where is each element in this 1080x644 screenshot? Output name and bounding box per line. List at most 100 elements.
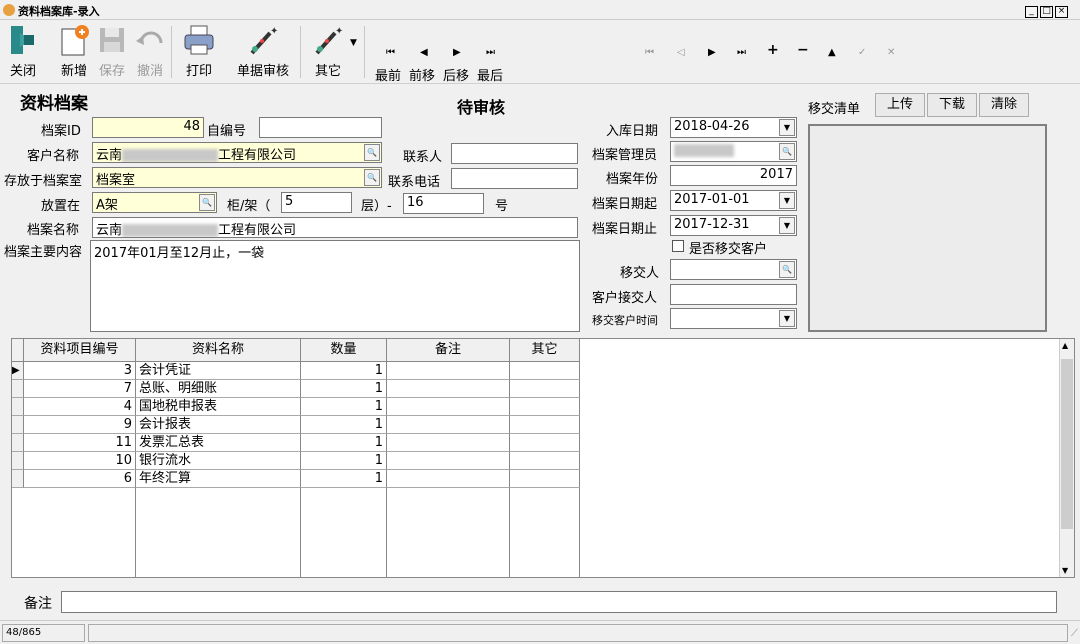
first-record-icon[interactable]: ⏮ [386,47,395,58]
download-button[interactable]: 下载 [927,93,977,117]
lookup-icon[interactable]: 🔍 [364,169,380,186]
cell-other[interactable] [510,380,580,398]
navigator-last-icon[interactable]: ⏭ [737,47,746,58]
navigator-delete-icon[interactable]: − [797,42,809,58]
cell-name[interactable]: 总账、明细账 [136,380,301,398]
transferor-field[interactable]: 🔍 [670,259,797,280]
cell-id[interactable]: 11 [24,434,136,452]
maximize-button[interactable]: □ [1040,6,1053,18]
cell-id[interactable]: 6 [24,470,136,488]
dropdown-arrow-icon[interactable]: ▼ [779,310,795,327]
in-date-field[interactable]: 2018-04-26 ▼ [670,117,797,138]
prev-record-button[interactable]: 前移 [409,65,435,84]
cell-other[interactable] [510,416,580,434]
cell-qty[interactable]: 1 [301,470,387,488]
column-header-id[interactable]: 资料项目编号 [24,339,136,362]
next-record-icon[interactable]: ▶ [453,47,461,58]
row-indicator[interactable] [12,398,24,416]
transfer-time-field[interactable]: ▼ [670,308,797,329]
transfer-list-image[interactable] [808,124,1047,332]
cabinet-field[interactable]: 5 [281,192,352,213]
cell-remark[interactable] [387,434,510,452]
cell-id[interactable]: 10 [24,452,136,470]
cell-id[interactable]: 7 [24,380,136,398]
cell-remark[interactable] [387,398,510,416]
lookup-icon[interactable]: 🔍 [199,194,215,211]
remark-field[interactable] [61,591,1057,613]
dropdown-arrow-icon[interactable]: ▼ [779,119,795,136]
navigator-post-icon[interactable]: ✓ [858,47,866,58]
close-button[interactable]: 关闭 [6,23,40,79]
save-button[interactable]: 保存 [95,23,129,79]
other-dropdown-arrow-icon[interactable]: ▼ [350,38,357,48]
cell-qty[interactable]: 1 [301,434,387,452]
last-record-button[interactable]: 最后 [477,65,503,84]
lookup-icon[interactable]: 🔍 [779,143,795,160]
year-field[interactable]: 2017 [670,165,797,186]
cell-qty[interactable]: 1 [301,380,387,398]
cell-qty[interactable]: 1 [301,452,387,470]
cell-name[interactable]: 年终汇算 [136,470,301,488]
cell-other[interactable] [510,398,580,416]
contact-field[interactable] [451,143,578,164]
cell-id[interactable]: 9 [24,416,136,434]
end-date-field[interactable]: 2017-12-31 ▼ [670,215,797,236]
layer-field[interactable]: 16 [403,193,484,214]
cell-name[interactable]: 银行流水 [136,452,301,470]
undo-button[interactable]: 撤消 [133,23,167,79]
cell-other[interactable] [510,434,580,452]
archive-name-field[interactable]: 云南 工程有限公司 [92,217,578,238]
scroll-up-icon[interactable]: ▲ [1062,341,1068,350]
room-field[interactable]: 档案室 🔍 [92,167,382,188]
column-header-remark[interactable]: 备注 [387,339,510,362]
cell-qty[interactable]: 1 [301,362,387,380]
audit-button[interactable]: ✦ 单据审核 [232,23,294,79]
cell-other[interactable] [510,470,580,488]
items-grid[interactable]: 资料项目编号 资料名称 数量 备注 其它 ▶ 3 会计凭证 1 7 总账、明细账 1 4 国地税… [11,338,1075,578]
cell-remark[interactable] [387,416,510,434]
self-no-field[interactable] [259,117,382,138]
lookup-icon[interactable]: 🔍 [779,261,795,278]
navigator-next-icon[interactable]: ▶ [708,47,716,58]
current-row-indicator-icon[interactable]: ▶ [12,362,24,380]
navigator-first-icon[interactable]: ⏮ [645,47,654,58]
navigator-edit-icon[interactable]: ▲ [828,47,836,58]
close-window-button[interactable]: × [1055,6,1068,18]
row-indicator[interactable] [12,470,24,488]
cell-name[interactable]: 国地税申报表 [136,398,301,416]
cell-id[interactable]: 4 [24,398,136,416]
cell-id[interactable]: 3 [24,362,136,380]
row-indicator[interactable] [12,452,24,470]
scroll-thumb[interactable] [1061,359,1073,529]
dropdown-arrow-icon[interactable]: ▼ [779,192,795,209]
row-indicator[interactable] [12,434,24,452]
last-record-icon[interactable]: ⏭ [486,47,495,58]
other-button[interactable]: ✦ 其它 [310,23,346,79]
navigator-prev-icon[interactable]: ◁ [677,47,685,58]
next-record-button[interactable]: 后移 [443,65,469,84]
cell-name[interactable]: 发票汇总表 [136,434,301,452]
grid-scrollbar[interactable]: ▲ ▼ [1059,339,1074,577]
archive-id-field[interactable]: 48 [92,117,204,138]
admin-field[interactable]: 🔍 [670,141,797,162]
cell-name[interactable]: 会计凭证 [136,362,301,380]
dropdown-arrow-icon[interactable]: ▼ [779,217,795,234]
print-button[interactable]: 打印 [181,23,217,79]
start-date-field[interactable]: 2017-01-01 ▼ [670,190,797,211]
resize-grip-icon[interactable]: ⟋ [1071,628,1078,639]
customer-field[interactable]: 云南 工程有限公司 🔍 [92,142,382,163]
phone-field[interactable] [451,168,578,189]
column-header-name[interactable]: 资料名称 [136,339,301,362]
cell-other[interactable] [510,452,580,470]
cell-remark[interactable] [387,452,510,470]
lookup-icon[interactable]: 🔍 [364,144,380,161]
column-header-other[interactable]: 其它 [510,339,580,362]
row-indicator[interactable] [12,380,24,398]
transfer-checkbox[interactable] [672,240,684,252]
minimize-button[interactable]: _ [1025,6,1038,18]
scroll-down-icon[interactable]: ▼ [1062,566,1068,575]
new-button[interactable]: 新增 [56,23,92,79]
cell-qty[interactable]: 1 [301,398,387,416]
cell-remark[interactable] [387,470,510,488]
navigator-cancel-icon[interactable]: ✕ [887,47,895,58]
